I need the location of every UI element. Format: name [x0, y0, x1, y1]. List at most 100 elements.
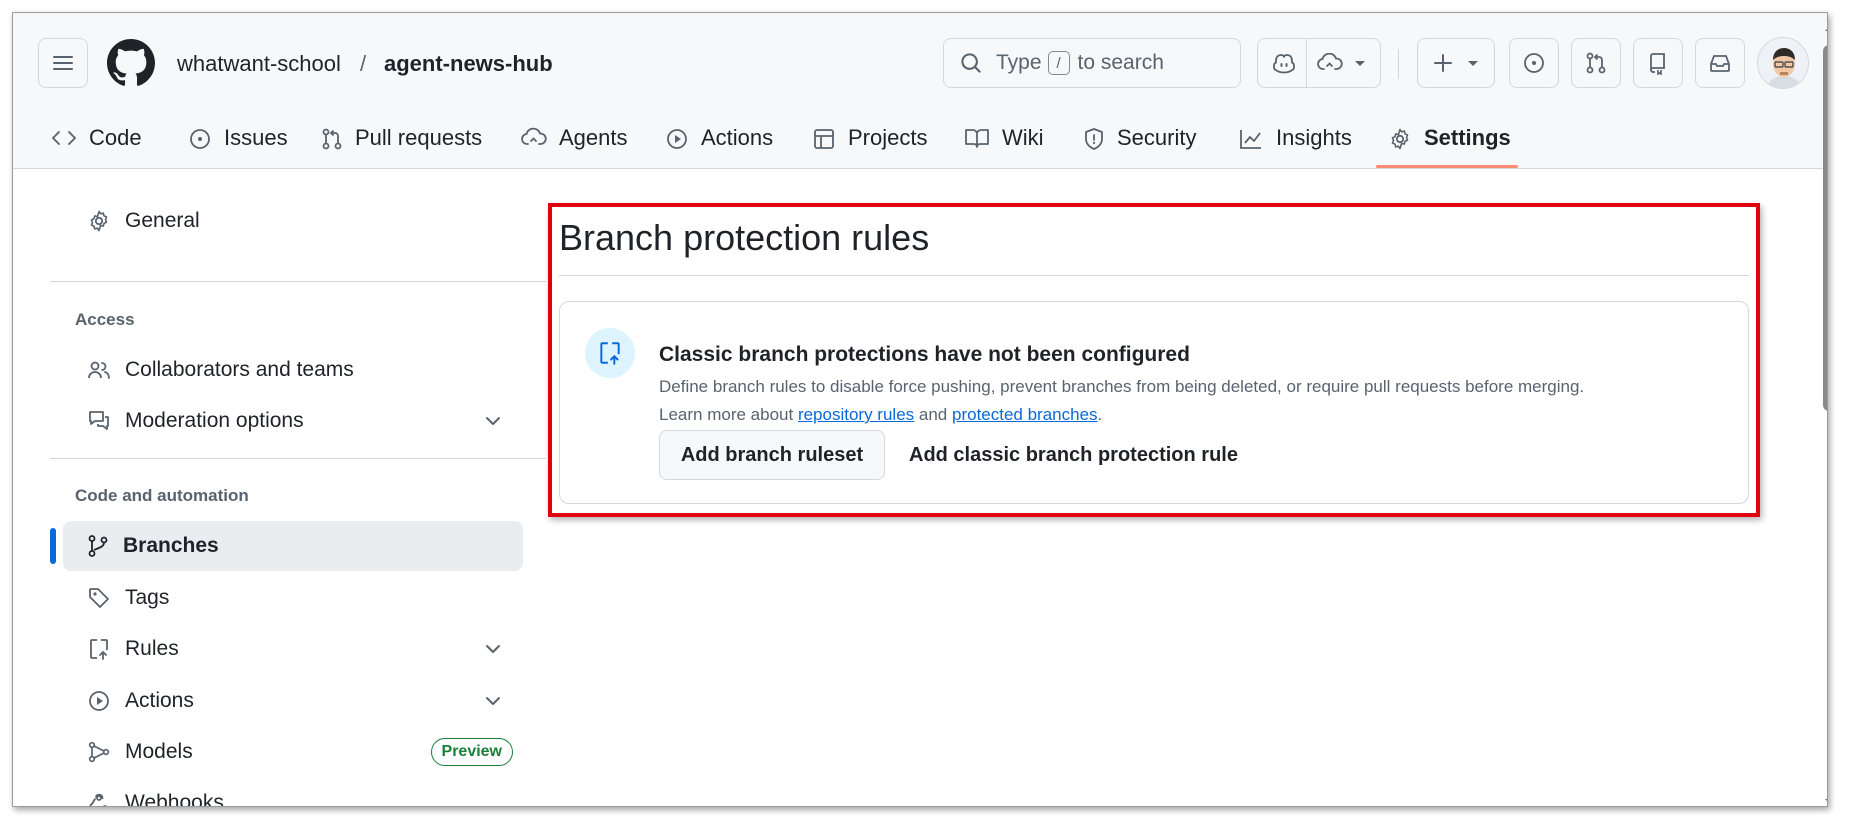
tab-actions[interactable]: Actions: [665, 121, 773, 169]
owner-link[interactable]: whatwant-school: [177, 51, 341, 77]
your-pull-requests-button[interactable]: [1571, 38, 1621, 88]
tab-settings[interactable]: Settings: [1388, 121, 1511, 169]
search-icon: [961, 53, 981, 73]
tab-wiki[interactable]: Wiki: [964, 121, 1044, 169]
sidebar-heading-access: Access: [75, 310, 135, 329]
tab-code[interactable]: Code: [51, 121, 142, 169]
agent-icon: [521, 127, 547, 145]
gear-icon: [90, 210, 108, 232]
copilot-button-group: [1257, 38, 1381, 88]
search-shortcut-key: /: [1047, 51, 1070, 75]
tab-label: Code: [89, 125, 142, 150]
code-icon: [52, 131, 76, 145]
sidebar-item-label: Rules: [125, 637, 179, 660]
shield-icon: [1085, 128, 1103, 150]
breadcrumb-separator: /: [360, 51, 367, 76]
sidebar-heading-code-automation: Code and automation: [75, 486, 249, 505]
scroll-up-arrow-icon[interactable]: [1823, 23, 1828, 35]
play-icon: [667, 129, 687, 149]
issue-opened-icon: [190, 129, 210, 149]
active-tab-indicator: [1376, 165, 1518, 168]
repositories-button[interactable]: [1633, 38, 1683, 88]
preview-badge: Preview: [430, 738, 513, 766]
search-prefix: Type: [996, 51, 1042, 74]
repo-header: whatwant-school / agent-news-hub Type / …: [13, 13, 1827, 169]
sidebar-item-actions[interactable]: Actions: [63, 676, 523, 726]
repo-push-icon: [90, 639, 108, 660]
github-mark-icon[interactable]: [107, 39, 155, 87]
tab-pull-requests[interactable]: Pull requests: [321, 121, 482, 169]
tab-projects[interactable]: Projects: [812, 121, 927, 169]
sidebar-item-label: Branches: [123, 534, 219, 557]
avatar-image: [1758, 38, 1808, 88]
sidebar-item-rules[interactable]: Rules: [63, 624, 523, 674]
sidebar-item-label: Webhooks: [125, 791, 224, 807]
chevron-down-icon[interactable]: [1353, 58, 1367, 68]
settings-sidebar: General Access Collaborators and teams M…: [13, 170, 546, 807]
tag-icon: [89, 588, 109, 608]
user-avatar[interactable]: [1757, 37, 1809, 89]
plus-icon: [1434, 54, 1452, 72]
tab-label: Agents: [559, 125, 628, 150]
people-icon: [88, 361, 110, 379]
tab-label: Issues: [224, 125, 288, 150]
sidebar-item-webhooks[interactable]: Webhooks: [63, 778, 523, 807]
table-icon: [814, 129, 834, 149]
menu-button[interactable]: [38, 38, 88, 88]
sidebar-item-label: General: [125, 209, 200, 232]
scroll-down-arrow-icon[interactable]: [1823, 795, 1828, 807]
browser-window: whatwant-school / agent-news-hub Type / …: [12, 12, 1828, 807]
chevron-down-icon[interactable]: [483, 411, 503, 431]
sidebar-item-label: Tags: [125, 586, 170, 609]
sidebar-item-tags[interactable]: Tags: [63, 573, 523, 623]
notifications-button[interactable]: [1695, 38, 1745, 88]
cloud-icon[interactable]: [1316, 53, 1343, 73]
scrollbar-thumb[interactable]: [1823, 45, 1827, 411]
tab-insights[interactable]: Insights: [1238, 121, 1352, 169]
tab-issues[interactable]: Issues: [188, 121, 288, 169]
chevron-down-icon[interactable]: [483, 691, 503, 711]
git-pull-request-icon: [322, 128, 342, 150]
sidebar-item-label: Models: [125, 740, 193, 763]
sidebar-item-branches[interactable]: Branches: [63, 521, 523, 571]
sidebar-divider: [50, 458, 546, 459]
play-icon: [89, 691, 109, 711]
tab-label: Actions: [701, 125, 774, 150]
sidebar-item-moderation[interactable]: Moderation options: [63, 396, 523, 446]
tab-label: Insights: [1276, 125, 1352, 150]
your-issues-button[interactable]: [1509, 38, 1559, 88]
copilot-icon[interactable]: [1272, 52, 1296, 74]
models-icon: [88, 741, 110, 763]
tab-label: Projects: [848, 125, 928, 150]
tab-security[interactable]: Security: [1083, 121, 1196, 169]
search-suffix: to search: [1077, 51, 1164, 74]
issue-opened-icon: [1524, 53, 1544, 73]
sidebar-item-collaborators[interactable]: Collaborators and teams: [63, 345, 523, 395]
sidebar-item-general[interactable]: General: [63, 196, 523, 246]
repo-icon: [1650, 53, 1665, 75]
gear-icon: [1391, 128, 1409, 150]
inbox-icon: [1710, 55, 1730, 72]
chevron-down-icon: [1468, 61, 1478, 66]
sidebar-item-label: Collaborators and teams: [125, 358, 354, 381]
sidebar-item-label: Moderation options: [125, 409, 304, 432]
git-branch-icon: [88, 535, 108, 557]
create-new-button[interactable]: [1417, 38, 1495, 88]
sidebar-item-label: Actions: [125, 689, 194, 712]
git-pull-request-icon: [1586, 52, 1606, 74]
comment-discussion-icon: [89, 411, 109, 430]
tab-label: Security: [1117, 125, 1197, 150]
webhook-icon: [89, 793, 108, 806]
search-input[interactable]: Type / to search: [943, 38, 1241, 88]
chevron-down-icon[interactable]: [483, 639, 503, 659]
tab-label: Pull requests: [355, 125, 483, 150]
tab-label: Wiki: [1002, 125, 1044, 150]
tab-label: Settings: [1424, 125, 1511, 150]
hamburger-icon: [53, 56, 73, 70]
repo-link[interactable]: agent-news-hub: [384, 51, 553, 77]
sidebar-item-models[interactable]: Models Preview: [63, 727, 523, 777]
button-split: [1305, 38, 1307, 88]
annotation-highlight-box: [548, 203, 1760, 517]
header-divider: [1398, 49, 1399, 79]
tab-agents[interactable]: Agents: [521, 121, 628, 169]
